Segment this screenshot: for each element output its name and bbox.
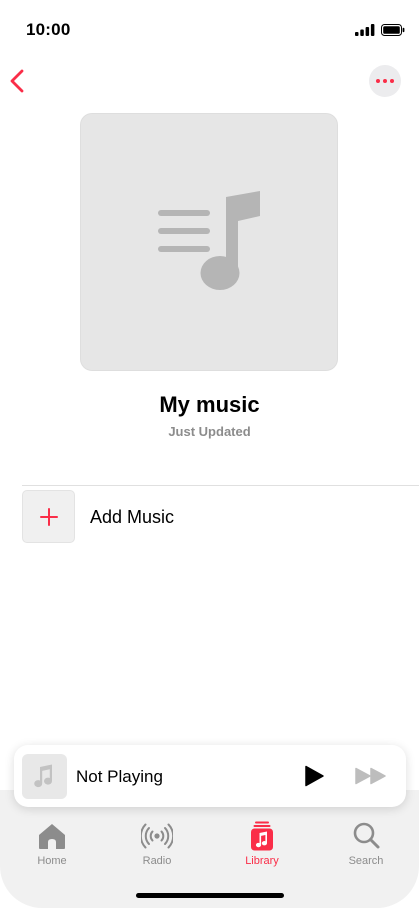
playlist-updated-status: Just Updated bbox=[168, 424, 251, 439]
divider bbox=[22, 485, 419, 486]
tab-label: Radio bbox=[142, 855, 172, 867]
playlist-title: My music bbox=[159, 392, 260, 417]
more-options-button[interactable] bbox=[369, 65, 401, 97]
tab-label: Search bbox=[348, 855, 384, 867]
tab-radio[interactable]: Radio bbox=[117, 820, 197, 872]
music-library-icon bbox=[251, 821, 273, 851]
tab-search[interactable]: Search bbox=[326, 820, 406, 872]
add-music-row[interactable]: Add Music bbox=[0, 488, 419, 546]
add-music-label: Add Music bbox=[90, 507, 175, 527]
play-icon[interactable] bbox=[302, 765, 326, 787]
playlist-artwork bbox=[80, 113, 338, 371]
music-note-icon bbox=[34, 764, 53, 788]
mini-player[interactable]: Not Playing bbox=[14, 745, 406, 807]
tab-home[interactable]: Home bbox=[12, 820, 92, 872]
house-icon bbox=[39, 824, 65, 849]
music-note-list-icon bbox=[158, 191, 260, 290]
home-indicator bbox=[136, 893, 284, 898]
magnifier-icon bbox=[353, 822, 380, 849]
battery-icon bbox=[381, 24, 405, 36]
plus-icon bbox=[22, 490, 75, 543]
cellular-signal-icon bbox=[355, 24, 375, 36]
now-playing-title: Not Playing bbox=[76, 767, 163, 786]
ellipsis-icon bbox=[376, 79, 380, 83]
tab-label: Home bbox=[37, 855, 67, 867]
mini-player-artwork bbox=[22, 754, 67, 799]
radio-waves-icon bbox=[141, 823, 173, 849]
status-time: 10:00 bbox=[26, 20, 71, 39]
tab-label: Library bbox=[245, 855, 279, 867]
back-chevron-icon[interactable] bbox=[8, 66, 28, 96]
fast-forward-icon[interactable] bbox=[354, 767, 388, 785]
tab-library[interactable]: Library bbox=[222, 820, 302, 872]
